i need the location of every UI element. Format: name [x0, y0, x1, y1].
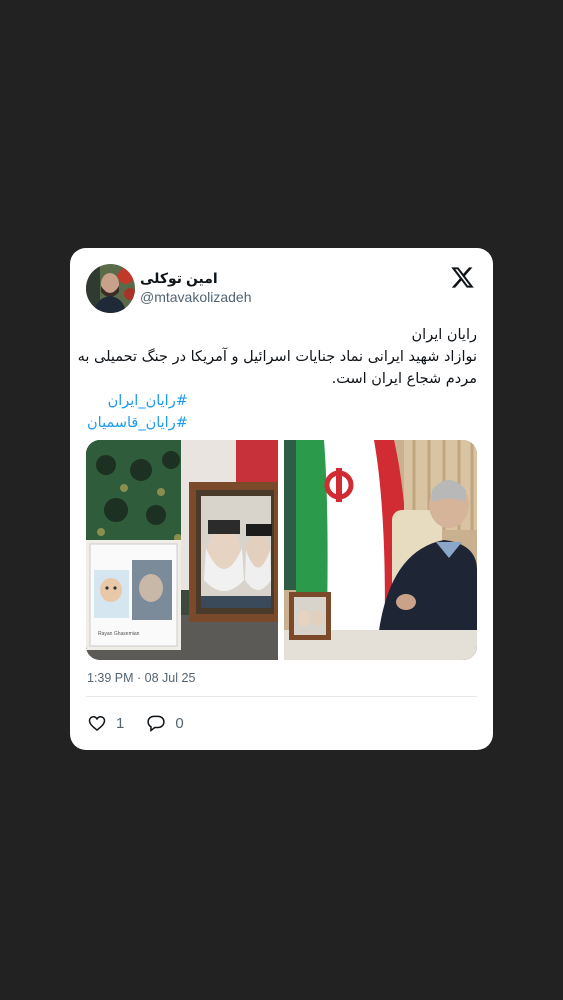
reply-button[interactable]: 0: [146, 713, 184, 733]
tweet-timestamp[interactable]: 1:39 PM · 08 Jul 25: [87, 671, 195, 685]
media-grid: Rayan Ghasemian: [86, 440, 477, 660]
tweet-actions: 1 0: [87, 713, 206, 733]
heart-icon: [88, 715, 106, 732]
media-image-left[interactable]: Rayan Ghasemian: [86, 440, 278, 660]
author-display-name[interactable]: امین توکلی: [140, 270, 218, 287]
tweet-line: نوازاد شهید ایرانی نماد جنایات اسرائیل و…: [77, 349, 477, 365]
tweet-line: مردم شجاع ایران است.: [331, 371, 477, 387]
reply-count: 0: [175, 714, 184, 732]
like-button[interactable]: 1: [87, 713, 124, 733]
tweet-text: رایان ایران نوازاد شهید ایرانی نماد جنای…: [77, 324, 477, 390]
media-image-right[interactable]: [284, 440, 477, 660]
reply-bubble-icon: [147, 715, 166, 733]
like-count: 1: [116, 714, 125, 732]
hashtag-list: #رایان_ایران #رایان_قاسمیان: [87, 390, 188, 434]
x-logo-icon[interactable]: [450, 265, 475, 290]
hashtag-link[interactable]: #رایان_ایران: [87, 390, 188, 412]
tweet-card: امین توکلی @mtavakolizadeh رایان ایران ن…: [70, 248, 493, 750]
tweet-line: رایان ایران: [411, 327, 477, 343]
avatar[interactable]: [86, 264, 135, 313]
divider: [86, 696, 477, 697]
left-frame-caption: Rayan Ghasemian: [98, 631, 140, 637]
hashtag-link[interactable]: #رایان_قاسمیان: [87, 412, 188, 434]
author-handle[interactable]: @mtavakolizadeh: [140, 289, 252, 305]
